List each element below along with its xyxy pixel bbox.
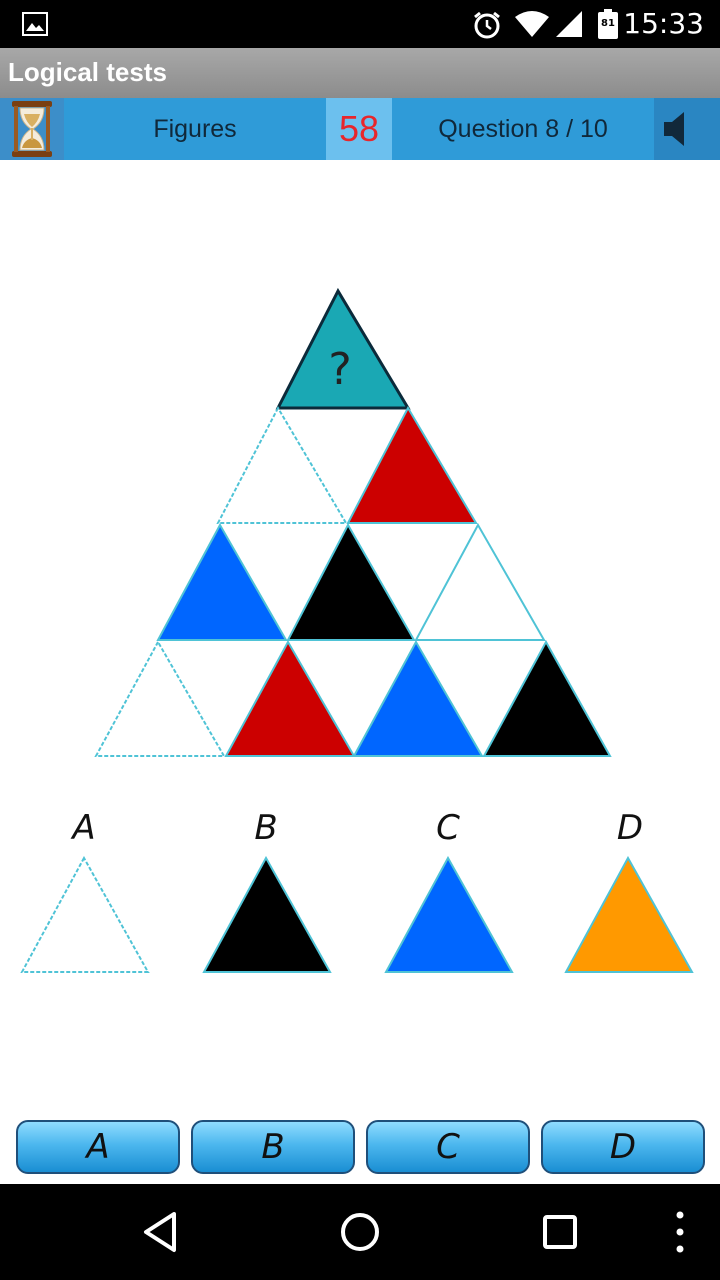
option-c-triangle	[384, 856, 514, 973]
answer-options: A B C D	[0, 800, 720, 1000]
clock: 15:33	[623, 7, 704, 40]
overflow-menu-icon[interactable]	[668, 1184, 692, 1280]
option-d-label: D	[616, 808, 644, 848]
puzzle-cell-r2-1	[216, 405, 348, 524]
option-c-label: C	[436, 808, 460, 848]
puzzle-figure: ?	[94, 287, 612, 757]
speaker-icon	[664, 112, 684, 146]
sound-toggle-button[interactable]	[654, 98, 720, 160]
puzzle-cell-r4-3	[352, 639, 484, 757]
answer-button-c[interactable]: C	[366, 1120, 530, 1174]
navigation-bar	[0, 1184, 720, 1280]
recents-nav-button[interactable]	[540, 1184, 580, 1280]
app-bar: Logical tests	[0, 48, 720, 98]
puzzle-cell-r2-2	[346, 405, 478, 524]
countdown-timer: 58	[326, 98, 392, 160]
puzzle-cell-r4-2	[224, 639, 356, 757]
option-b-label: B	[254, 808, 278, 848]
puzzle-cell-r4-4	[482, 639, 612, 757]
option-a-label: A	[72, 808, 96, 848]
question-counter: Question 8 / 10	[438, 115, 608, 143]
puzzle-cell-r3-1	[156, 522, 288, 641]
wifi-icon	[515, 11, 549, 37]
puzzle-cell-r3-2	[286, 522, 416, 641]
question-mark: ?	[328, 344, 351, 395]
answer-button-b[interactable]: B	[191, 1120, 355, 1174]
puzzle-cell-r4-1	[94, 639, 226, 757]
category-label: Figures	[153, 115, 237, 143]
status-bar: 81 15:33	[0, 0, 720, 48]
answer-button-d[interactable]: D	[541, 1120, 705, 1174]
option-d-triangle	[564, 856, 694, 973]
option-b-triangle	[202, 856, 332, 973]
battery-icon: 81	[598, 9, 618, 43]
back-nav-button[interactable]	[140, 1184, 180, 1280]
home-nav-button[interactable]	[338, 1184, 382, 1280]
app-title: Logical tests	[8, 57, 167, 87]
signal-icon	[556, 11, 582, 37]
hourglass-icon	[0, 98, 64, 160]
alarm-icon	[474, 11, 500, 39]
battery-level: 81	[601, 18, 615, 29]
gallery-notification-icon	[22, 12, 48, 36]
answer-button-a[interactable]: A	[16, 1120, 180, 1174]
option-a-triangle	[20, 856, 150, 973]
puzzle-cell-r3-3	[414, 522, 546, 641]
toolbar: Figures 58 Question 8 / 10	[0, 98, 720, 160]
